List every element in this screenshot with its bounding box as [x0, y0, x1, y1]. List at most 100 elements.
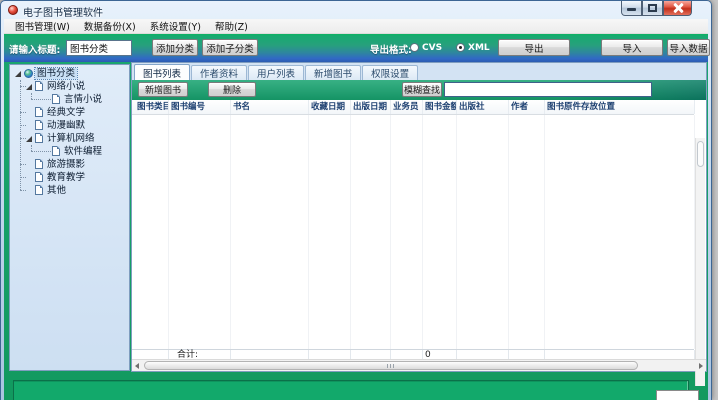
add-book-button[interactable]: 新增图书	[138, 82, 188, 97]
scroll-right-button[interactable]	[695, 360, 706, 371]
tree-item-label: 其他	[45, 185, 68, 196]
column-header[interactable]: 收藏日期	[309, 100, 351, 114]
title-input[interactable]	[66, 40, 132, 56]
table-body	[132, 115, 694, 349]
export-format-label: 导出格式:	[370, 42, 412, 56]
action-bar: 新增图书 删除 模糊查找	[132, 80, 706, 100]
tree-item[interactable]: 其他	[10, 184, 129, 197]
tree-item-label: 旅游摄影	[45, 159, 87, 170]
horizontal-scrollbar-thumb[interactable]	[144, 361, 638, 370]
maximize-icon	[648, 4, 657, 12]
add-category-button[interactable]: 添加分类	[152, 39, 198, 56]
window-controls	[621, 1, 692, 16]
import-data-button[interactable]: 导入数据	[667, 39, 710, 56]
expand-arrow-icon[interactable]	[26, 84, 32, 90]
import-button[interactable]: 导入	[601, 39, 663, 56]
menu-item[interactable]: 数据备份(X)	[77, 18, 143, 34]
table-column	[309, 115, 351, 349]
document-icon	[52, 146, 60, 156]
tree-item-label: 软件编程	[62, 146, 104, 157]
column-header[interactable]: 作者	[509, 100, 545, 114]
tree-item[interactable]: 经典文学	[10, 106, 129, 119]
tree-connector	[20, 190, 26, 191]
column-header[interactable]: 图书编号	[169, 100, 231, 114]
column-header[interactable]: 图书原件存放位置	[545, 100, 695, 114]
expand-arrow-icon[interactable]	[15, 71, 21, 77]
tab-权限设置[interactable]: 权限设置	[362, 65, 418, 80]
vertical-scrollbar[interactable]	[695, 138, 705, 386]
maximize-button[interactable]	[642, 1, 663, 16]
menu-item[interactable]: 图书管理(W)	[8, 18, 77, 34]
add-subcategory-button[interactable]: 添加子分类	[202, 39, 258, 56]
arrow-left-icon	[135, 363, 139, 369]
column-header[interactable]: 书名	[231, 100, 309, 114]
tab-用户列表[interactable]: 用户列表	[248, 65, 304, 80]
table-column	[509, 115, 545, 349]
document-icon	[35, 185, 43, 195]
tab-图书列表[interactable]: 图书列表	[134, 64, 190, 80]
close-icon	[673, 3, 683, 13]
tree-item[interactable]: 计算机网络	[10, 132, 129, 145]
scrollbar-gripper-icon	[387, 364, 395, 368]
tree-item[interactable]: 软件编程	[10, 145, 129, 158]
table-column	[545, 115, 695, 349]
tree-connector	[20, 112, 26, 113]
scroll-left-button[interactable]	[132, 360, 143, 371]
column-header[interactable]: 业务员	[391, 100, 423, 114]
tree-connector	[31, 151, 51, 152]
export-button[interactable]: 导出	[498, 39, 570, 56]
radio-xml-label[interactable]: XML	[468, 43, 490, 53]
book-table: 图书类目图书编号书名收藏日期出版日期业务员图书金额出版社作者图书原件存放位置 合…	[132, 100, 706, 371]
tree-item-label: 计算机网络	[45, 133, 97, 144]
column-header[interactable]: 图书类目	[135, 100, 169, 114]
tree-item[interactable]: 网络小说	[10, 80, 129, 93]
tree-connector	[20, 177, 26, 178]
fuzzy-search-button[interactable]: 模糊查找	[402, 82, 442, 97]
document-icon	[35, 133, 43, 143]
expand-arrow-icon[interactable]	[26, 136, 32, 142]
tree-item[interactable]: 动漫幽默	[10, 119, 129, 132]
table-column	[231, 115, 309, 349]
document-icon	[35, 81, 43, 91]
title-input-label: 请输入标题:	[9, 42, 60, 56]
menu-item[interactable]: 帮助(Z)	[208, 18, 255, 34]
column-header[interactable]: 出版日期	[351, 100, 391, 114]
vertical-scrollbar-thumb[interactable]	[697, 141, 704, 167]
title-bar[interactable]: 电子图书管理软件	[1, 1, 711, 19]
radio-cvs-label[interactable]: CVS	[422, 43, 442, 53]
document-icon	[52, 94, 60, 104]
tree-item[interactable]: 教育教学	[10, 171, 129, 184]
close-button[interactable]	[663, 1, 692, 16]
table-column	[391, 115, 423, 349]
table-column	[351, 115, 391, 349]
horizontal-scrollbar[interactable]	[132, 359, 706, 371]
app-icon	[8, 5, 18, 15]
tree-connector	[20, 164, 26, 165]
content-area: 图书分类网络小说言情小说经典文学动漫幽默计算机网络软件编程旅游摄影教育教学其他 …	[4, 62, 708, 400]
minimize-icon	[627, 8, 636, 11]
document-icon	[35, 159, 43, 169]
radio-cvs[interactable]	[410, 43, 419, 52]
tab-作者资料[interactable]: 作者资料	[191, 65, 247, 80]
menu-item[interactable]: 系统设置(Y)	[143, 18, 208, 34]
window-title: 电子图书管理软件	[23, 4, 103, 19]
search-input[interactable]	[444, 82, 652, 97]
tree-item[interactable]: 言情小说	[10, 93, 129, 106]
tree-item[interactable]: 旅游摄影	[10, 158, 129, 171]
tree-item-label: 经典文学	[45, 107, 87, 118]
minimize-button[interactable]	[621, 1, 642, 16]
arrow-right-icon	[699, 363, 703, 369]
bottom-text-box[interactable]	[656, 390, 699, 400]
frame-content: 图书管理(W)数据备份(X)系统设置(Y)帮助(Z) 请输入标题: 添加分类 添…	[4, 19, 708, 400]
tab-strip: 图书列表作者资料用户列表新增图书权限设置	[132, 63, 706, 80]
tree-item-label: 动漫幽默	[45, 120, 87, 131]
tree-connector	[31, 99, 51, 100]
category-tree: 图书分类网络小说言情小说经典文学动漫幽默计算机网络软件编程旅游摄影教育教学其他	[9, 64, 130, 371]
column-header[interactable]: 出版社	[457, 100, 509, 114]
radio-xml[interactable]	[456, 43, 465, 52]
delete-button[interactable]: 删除	[208, 82, 256, 97]
tree-item[interactable]: 图书分类	[10, 67, 129, 80]
document-icon	[35, 120, 43, 130]
tab-新增图书[interactable]: 新增图书	[305, 65, 361, 80]
column-header[interactable]: 图书金额	[423, 100, 457, 114]
